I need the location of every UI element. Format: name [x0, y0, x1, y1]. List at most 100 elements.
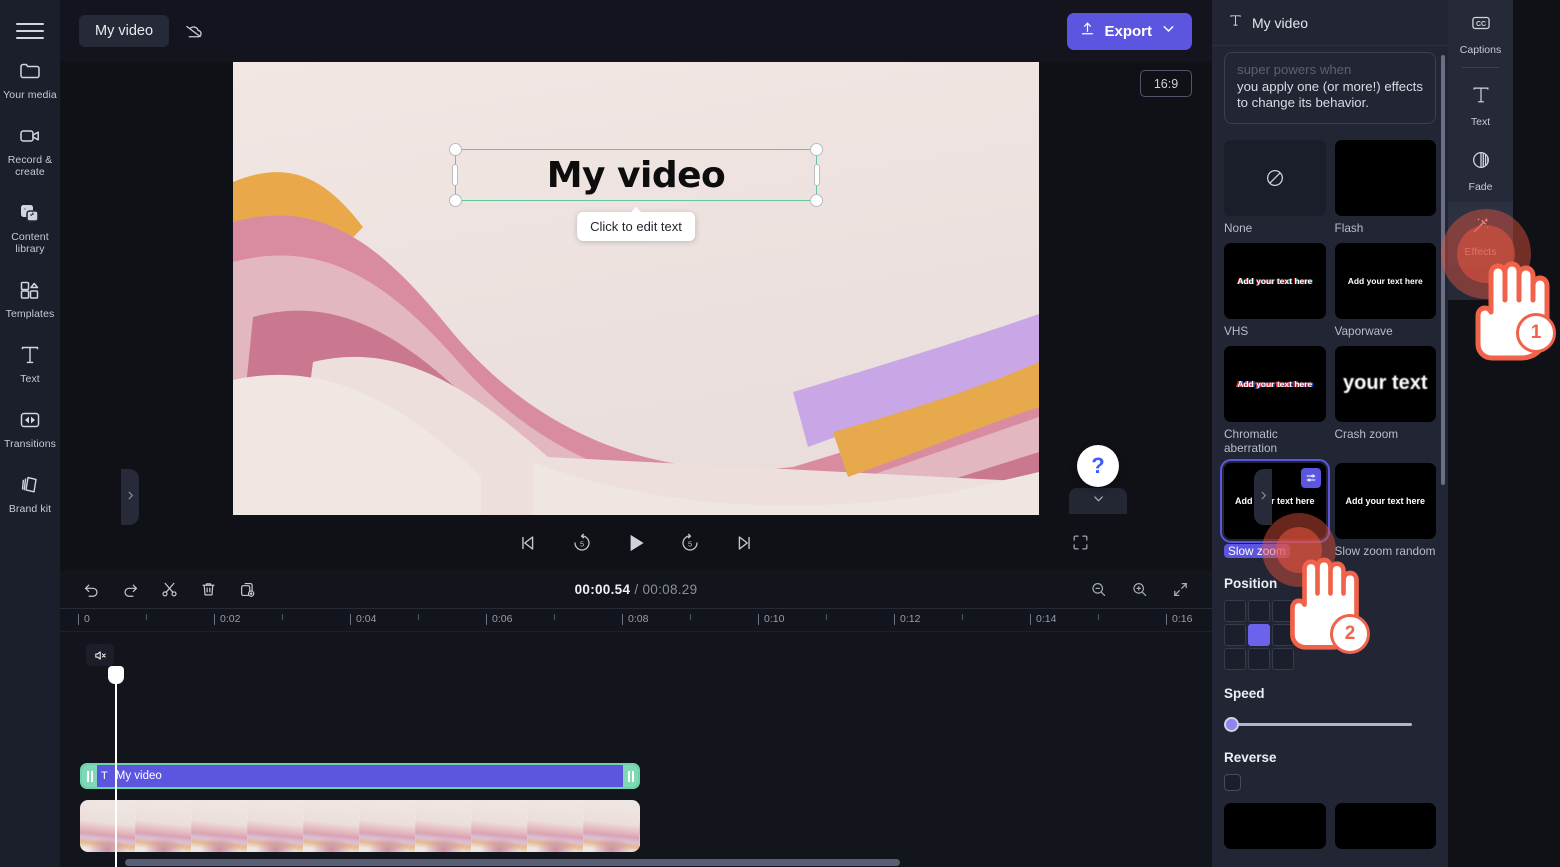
rewind-5s-icon[interactable]: 5 — [567, 528, 597, 558]
promo-card: super powers when you apply one (or more… — [1224, 52, 1436, 124]
redo-button[interactable] — [117, 576, 144, 603]
timeline-toolbar: 00:00.54 / 00:08.29 — [60, 570, 1212, 608]
left-sidebar: Your media Record & create Content libra… — [0, 0, 60, 867]
speed-slider[interactable] — [1224, 714, 1412, 734]
effects-grid-overflow — [1212, 791, 1448, 849]
ruler-minor-tick — [826, 614, 827, 620]
effect-thumbnail — [1334, 139, 1436, 216]
clip-thumbnail — [80, 800, 136, 852]
tool-item-captions[interactable]: CC Captions — [1448, 0, 1513, 65]
resize-handle-left[interactable] — [452, 164, 458, 186]
timeline-playhead[interactable] — [108, 666, 124, 867]
effect-option-vhs[interactable]: Add your text here VHS — [1224, 242, 1326, 338]
sidebar-item-text[interactable]: Text — [0, 333, 60, 391]
timeline-horizontal-scrollbar[interactable] — [125, 859, 900, 866]
panel-expand-tab[interactable] — [1069, 488, 1127, 514]
text-overlay-box[interactable]: My video Click to edit text — [449, 143, 823, 241]
sidebar-item-record-create[interactable]: Record & create — [0, 114, 60, 184]
timeline-text-clip[interactable]: T My video — [80, 763, 640, 789]
resize-handle-bottom-right[interactable] — [810, 194, 823, 207]
sidebar-item-templates[interactable]: Templates — [0, 268, 60, 326]
no-effect-icon — [1266, 169, 1283, 186]
resize-handle-bottom-left[interactable] — [449, 194, 462, 207]
position-cell-4[interactable] — [1248, 623, 1270, 646]
help-button[interactable]: ? — [1077, 445, 1119, 487]
text-t-icon — [1470, 84, 1492, 111]
speed-slider-track — [1224, 722, 1412, 726]
effect-thumbnail: your text — [1334, 345, 1436, 422]
position-cell-1[interactable] — [1248, 599, 1270, 622]
zoom-in-button[interactable] — [1126, 576, 1153, 603]
effect-option-flash[interactable]: Flash — [1334, 139, 1436, 235]
clip-thumbnail — [192, 800, 248, 852]
speed-label: Speed — [1224, 685, 1265, 701]
effect-name: VHS — [1224, 323, 1249, 338]
video-canvas[interactable]: My video Click to edit text — [233, 62, 1039, 515]
effect-thumbnail[interactable] — [1334, 802, 1436, 849]
templates-icon — [17, 277, 43, 303]
clip-trim-handle-right[interactable] — [623, 765, 638, 787]
speed-slider-knob[interactable] — [1224, 716, 1239, 732]
svg-text:CC: CC — [1475, 21, 1485, 28]
effect-option-slow-zoom-random[interactable]: Add your text here Slow zoom random — [1334, 462, 1436, 560]
aspect-ratio-badge[interactable]: 16:9 — [1140, 70, 1192, 97]
sliders-icon[interactable] — [1300, 467, 1321, 488]
position-cell-6[interactable] — [1224, 647, 1246, 670]
tool-item-fade[interactable]: Fade — [1448, 137, 1513, 202]
reverse-checkbox[interactable] — [1224, 773, 1241, 791]
fullscreen-icon[interactable] — [1065, 528, 1095, 558]
skip-previous-icon[interactable] — [513, 528, 543, 558]
sidebar-item-label: Templates — [5, 308, 55, 320]
position-cell-3[interactable] — [1224, 623, 1246, 646]
effect-thumbnail-text: Add your text here — [1237, 378, 1313, 389]
collapse-left-panel-button[interactable] — [121, 469, 139, 525]
zoom-out-button[interactable] — [1085, 576, 1112, 603]
promo-text: you apply one (or more!) effects to chan… — [1237, 78, 1423, 111]
ruler-minor-tick — [418, 614, 419, 620]
ruler-minor-tick — [690, 614, 691, 620]
export-button[interactable]: Export — [1067, 12, 1192, 50]
resize-handle-right[interactable] — [814, 164, 820, 186]
resize-handle-top-right[interactable] — [810, 143, 823, 156]
effect-thumbnail: Add your text here — [1224, 345, 1326, 422]
effect-thumbnail[interactable] — [1224, 802, 1326, 849]
project-name-field[interactable]: My video — [79, 15, 170, 47]
video-camera-icon — [17, 123, 43, 149]
resize-handle-top-left[interactable] — [449, 143, 462, 156]
collapse-right-panel-button[interactable] — [1254, 469, 1272, 525]
effect-option-none[interactable]: None — [1224, 139, 1326, 235]
sidebar-item-content-library[interactable]: Content library — [0, 191, 60, 261]
play-icon[interactable] — [621, 528, 651, 558]
ruler-tick: 0:10 — [757, 613, 785, 625]
sidebar-item-your-media[interactable]: Your media — [0, 49, 60, 107]
content-library-icon — [17, 200, 43, 226]
duplicate-button[interactable] — [234, 576, 261, 603]
hamburger-menu-icon[interactable] — [16, 20, 44, 42]
sidebar-item-transitions[interactable]: Transitions — [0, 398, 60, 456]
delete-button[interactable] — [195, 576, 222, 603]
effect-option-vaporwave[interactable]: Add your text here Vaporwave — [1334, 242, 1436, 338]
ruler-tick: 0:04 — [349, 613, 377, 625]
cloud-off-icon[interactable] — [177, 16, 209, 46]
position-cell-0[interactable] — [1224, 599, 1246, 622]
timeline: 00:00.54 / 00:08.29 0 0:02 0:04 0:06 0:08 0:1… — [60, 570, 1212, 867]
top-toolbar: My video Export — [60, 0, 1212, 62]
position-cell-7[interactable] — [1248, 647, 1270, 670]
split-button[interactable] — [156, 576, 183, 603]
skip-next-icon[interactable] — [729, 528, 759, 558]
forward-5s-icon[interactable]: 5 — [675, 528, 705, 558]
timeline-video-clip[interactable] — [80, 800, 640, 852]
effect-name: Chromatic aberration — [1224, 426, 1278, 455]
clip-trim-handle-left[interactable] — [82, 765, 97, 787]
undo-button[interactable] — [78, 576, 105, 603]
tool-item-text[interactable]: Text — [1448, 72, 1513, 137]
video-frame-image — [233, 62, 1039, 515]
ruler-minor-tick — [1098, 614, 1099, 620]
speaker-muted-icon[interactable] — [86, 644, 114, 666]
effect-option-chromatic-aberration[interactable]: Add your text here Chromatic aberration — [1224, 345, 1326, 455]
sidebar-item-brand-kit[interactable]: Brand kit — [0, 463, 60, 521]
clip-thumbnail — [360, 800, 416, 852]
effect-option-crash-zoom[interactable]: your text Crash zoom — [1334, 345, 1436, 455]
fit-to-screen-button[interactable] — [1167, 576, 1194, 603]
timeline-ruler[interactable]: 0 0:02 0:04 0:06 0:08 0:10 0:12 0:14 0:16 — [60, 608, 1212, 632]
